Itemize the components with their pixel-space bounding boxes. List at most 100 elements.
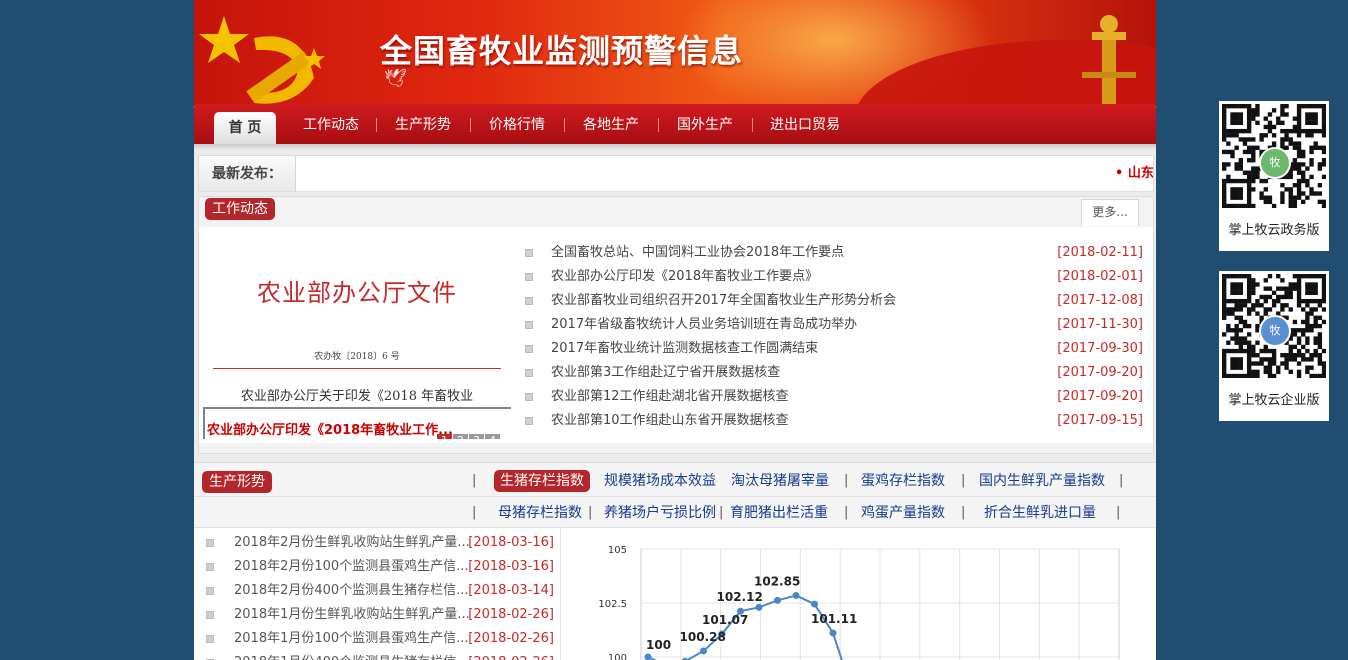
tab-sow-slaughter[interactable]: 淘汰母猪屠宰量 <box>731 470 829 492</box>
qr-module <box>1251 187 1256 192</box>
tab-scale-farm-cost[interactable]: 规模猪场成本效益 <box>604 470 716 492</box>
more-link[interactable]: 更多... <box>1081 199 1139 226</box>
qr-module <box>1309 298 1314 304</box>
tab-separator: | <box>844 505 849 520</box>
qr-module <box>1226 178 1231 184</box>
qr-module <box>1305 120 1310 125</box>
slide-page-1[interactable]: 1 <box>437 434 452 439</box>
qr-module <box>1305 290 1310 295</box>
qr-module <box>1222 128 1227 134</box>
qr-module <box>1301 357 1306 362</box>
qr-module <box>1246 340 1252 345</box>
tab-layer-stock-index[interactable]: 蛋鸡存栏指数 <box>861 470 945 492</box>
news-date: [2017-11-30] <box>1057 317 1143 332</box>
news-title[interactable]: 2018年1月份100个监测县蛋鸡生产信... <box>234 627 469 651</box>
tab-separator: | <box>719 505 724 520</box>
slide-page-4[interactable]: 4 <box>485 434 500 439</box>
qr-module <box>1246 170 1252 175</box>
qr-module <box>1305 183 1310 188</box>
qr-module <box>1222 104 1227 109</box>
qr-module <box>1321 158 1326 163</box>
slide-page-3[interactable]: 3 <box>469 434 484 439</box>
qr-module <box>1222 282 1227 287</box>
tab-separator: | <box>1119 473 1124 488</box>
news-title[interactable]: 2018年1月份生鲜乳收购站生鲜乳产量... <box>234 603 470 627</box>
news-date: [2018-03-16] <box>468 559 554 574</box>
latest-marquee-link[interactable]: • 山东 <box>1115 156 1154 191</box>
news-title[interactable]: 农业部办公厅印发《2018年畜牧业工作要点》 <box>551 265 818 289</box>
image-slideshow[interactable]: 农业部办公厅文件 农办牧〔2018〕6 号 农业部办公厅关于印发《2018 年畜… <box>203 227 511 439</box>
qr-module <box>1226 162 1231 167</box>
qr-module <box>1313 274 1318 279</box>
news-title[interactable]: 农业部第12工作组赴湖北省开展数据核查 <box>551 385 789 409</box>
qr-module <box>1292 183 1298 188</box>
qr-card-enterprise[interactable]: 牧 掌上牧云企业版 <box>1219 271 1329 421</box>
qr-module <box>1288 174 1293 180</box>
tab-separator: | <box>472 473 477 488</box>
qr-module <box>1259 195 1264 200</box>
tab-sow-stock-index[interactable]: 母猪存栏指数 <box>498 502 582 524</box>
qr-module <box>1288 199 1293 205</box>
nav-work-news[interactable]: 工作动态 <box>288 104 374 144</box>
qr-module <box>1226 307 1231 312</box>
qr-module <box>1234 328 1239 333</box>
qr-module <box>1296 166 1302 171</box>
news-title[interactable]: 2017年省级畜牧统计人员业务培训班在青岛成功举办 <box>551 313 857 337</box>
slide-page-2[interactable]: 2 <box>453 434 468 439</box>
qr-module <box>1284 303 1289 308</box>
nav-prices[interactable]: 价格行情 <box>472 104 562 144</box>
qr-module <box>1222 365 1227 370</box>
tab-farm-loss-ratio[interactable]: 养猪场户亏损比例 <box>604 502 716 524</box>
qr-module <box>1288 348 1293 354</box>
qr-module <box>1246 174 1252 180</box>
qr-module <box>1263 369 1268 375</box>
qr-module <box>1301 328 1306 333</box>
tab-egg-output-index[interactable]: 鸡蛋产量指数 <box>861 502 945 524</box>
news-title[interactable]: 农业部畜牧业司组织召开2017年全国畜牧业生产形势分析会 <box>551 289 896 313</box>
qr-module <box>1230 128 1235 134</box>
slide-caption-link[interactable]: 农业部办公厅印发《2018年畜牧业工作... <box>207 419 453 438</box>
list-item: 农业部第12工作组赴湖北省开展数据核查 [2017-09-20] <box>523 385 1143 409</box>
qr-module <box>1309 174 1314 180</box>
news-title[interactable]: 全国畜牧总站、中国饲料工业协会2018年工作要点 <box>551 241 844 265</box>
qr-module <box>1284 357 1289 362</box>
qr-caption: 掌上牧云政务版 <box>1228 223 1320 238</box>
qr-module <box>1292 141 1298 146</box>
tab-milk-import[interactable]: 折合生鲜乳进口量 <box>984 502 1096 524</box>
list-item: 2017年畜牧业统计监测数据核查工作圆满结束 [2017-09-30] <box>523 337 1143 361</box>
news-title[interactable]: 农业部第10工作组赴山东省开展数据核查 <box>551 409 789 433</box>
news-title[interactable]: 2018年2月份400个监测县生猪存栏信... <box>234 579 469 603</box>
qr-module <box>1222 124 1227 130</box>
qr-module <box>1267 307 1273 312</box>
qr-module <box>1301 128 1306 134</box>
qr-module <box>1251 166 1256 171</box>
qr-module <box>1222 307 1227 312</box>
nav-regional[interactable]: 各地生产 <box>566 104 656 144</box>
qr-module <box>1292 116 1298 121</box>
qr-module <box>1251 369 1256 375</box>
tab-raw-milk-index[interactable]: 国内生鲜乳产量指数 <box>979 470 1105 492</box>
qr-module <box>1263 124 1268 130</box>
news-title[interactable]: 2018年1月份400个监测县生猪存栏信... <box>234 651 469 660</box>
qr-module <box>1305 133 1310 138</box>
qr-card-gov[interactable]: 牧 掌上牧云政务版 <box>1219 101 1329 251</box>
nav-home[interactable]: 首 页 <box>214 112 276 146</box>
qr-module <box>1238 336 1243 341</box>
news-title[interactable]: 农业部第3工作组赴辽宁省开展数据核查 <box>551 361 780 385</box>
nav-trade[interactable]: 进出口贸易 <box>756 104 854 144</box>
qr-module <box>1321 120 1326 125</box>
qr-module <box>1267 373 1273 378</box>
tab-hog-live-weight[interactable]: 育肥猪出栏活重 <box>730 502 828 524</box>
slide-doc-subtitle: 农业部办公厅关于印发《2018 年畜牧业 <box>240 389 474 404</box>
qr-module <box>1301 174 1306 180</box>
news-title[interactable]: 2018年2月份100个监测县蛋鸡生产信... <box>234 555 469 579</box>
news-title[interactable]: 2017年畜牧业统计监测数据核查工作圆满结束 <box>551 337 818 361</box>
qr-module <box>1263 187 1268 192</box>
nav-production[interactable]: 生产形势 <box>378 104 468 144</box>
nav-foreign[interactable]: 国外生产 <box>660 104 750 144</box>
qr-module <box>1234 166 1239 171</box>
news-title[interactable]: 2018年2月份生鲜乳收购站生鲜乳产量... <box>234 531 470 555</box>
qr-module <box>1234 274 1239 279</box>
tab-pig-stock-index[interactable]: 生猪存栏指数 <box>494 470 590 492</box>
qr-module <box>1246 203 1252 208</box>
